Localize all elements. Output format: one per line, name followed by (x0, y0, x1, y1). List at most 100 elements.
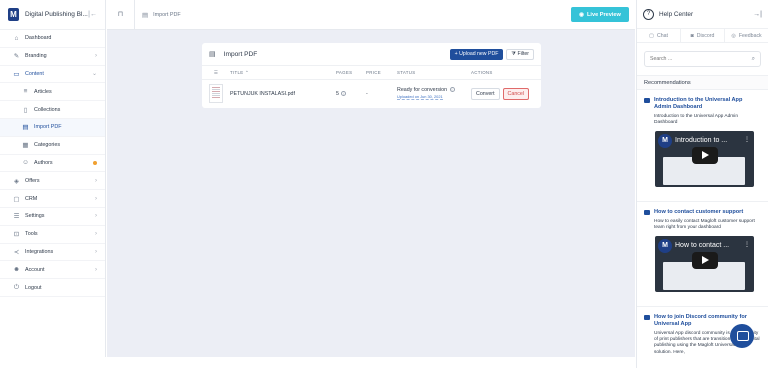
video-icon (644, 314, 650, 320)
file-icon: ▤ (22, 124, 29, 132)
chat-icon: ▢ (13, 195, 20, 203)
select-all-icon[interactable]: ☰ (202, 70, 230, 76)
sidebar-item-account[interactable]: ☻ Account › (0, 261, 105, 280)
help-article[interactable]: How to contact customer support How to e… (637, 202, 768, 307)
tab-feedback[interactable]: ◎ Feedback (725, 29, 768, 42)
live-preview-button[interactable]: ◉ Live Preview (571, 7, 629, 22)
logout-icon: ⏻ (13, 283, 20, 291)
sidebar-item-collections[interactable]: ▯ Collections (0, 101, 105, 119)
search-input[interactable] (650, 56, 752, 62)
sliders-icon: ☰ (13, 213, 20, 221)
toolbox-icon: ⊡ (13, 231, 20, 239)
main-content: ⊓ ▤ Import PDF ◉ Live Preview ▤ Import P… (107, 0, 635, 357)
tab-label: Chat (656, 32, 668, 39)
sidebar-item-dashboard[interactable]: ⌂ Dashboard (0, 30, 105, 48)
notification-dot (93, 160, 97, 165)
brand-name: Digital Publishing Bl... (25, 11, 88, 18)
play-button-icon[interactable] (692, 251, 718, 269)
sidebar-item-import-pdf[interactable]: ▤ Import PDF (0, 118, 105, 137)
discord-icon: ◙ (690, 32, 694, 39)
chat-launcher-button[interactable] (730, 324, 754, 348)
column-title[interactable]: TITLE ⌃ (230, 70, 336, 76)
sidebar-nav: ⌂ Dashboard ✎ Branding › ▭ Content ⌄ ≡ A… (0, 30, 105, 297)
sidebar: M Digital Publishing Bl... |← ⌂ Dashboar… (0, 0, 106, 357)
card-header: ▤ Import PDF + Upload new PDF ⧩ Filter (202, 43, 541, 65)
sidebar-item-offers[interactable]: ◈ Offers › (0, 172, 105, 191)
help-title: Help Center (659, 10, 694, 18)
video-thumbnail[interactable]: M Introduction to ... ⋮ (655, 130, 754, 187)
filter-button[interactable]: ⧩ Filter (506, 48, 534, 60)
tab-discord[interactable]: ◙ Discord (681, 29, 725, 42)
plus-icon: + (454, 51, 458, 57)
sidebar-item-label: Import PDF (34, 124, 62, 131)
sidebar-item-branding[interactable]: ✎ Branding › (0, 48, 105, 66)
status-text: Ready for conversion (397, 87, 448, 93)
sidebar-item-articles[interactable]: ≡ Articles (0, 83, 105, 102)
article-title[interactable]: How to contact customer support (644, 209, 761, 216)
book-icon: ▯ (23, 106, 28, 114)
sidebar-item-categories[interactable]: ▦ Categories (0, 137, 105, 155)
sidebar-item-integrations[interactable]: ≺ Integrations › (0, 244, 105, 262)
live-preview-label: Live Preview (586, 11, 621, 18)
sidebar-item-content[interactable]: ▭ Content ⌄ (0, 66, 105, 84)
breadcrumb: Import PDF (153, 11, 181, 18)
sidebar-item-authors[interactable]: ☺ Authors (0, 155, 105, 173)
table-header: ☰ TITLE ⌃ PAGES PRICE STATUS ACTIONS (202, 65, 541, 80)
sidebar-item-label: Offers (25, 177, 40, 184)
home-icon: ⌂ (14, 34, 19, 42)
filter-icon: ⧩ (511, 50, 517, 57)
cancel-button[interactable]: Cancel (502, 87, 530, 100)
convert-button[interactable]: Convert (471, 87, 500, 100)
close-panel-icon[interactable]: →| (753, 11, 762, 18)
tab-chat[interactable]: ▢ Chat (637, 29, 681, 42)
chevron-right-icon: › (95, 195, 97, 202)
help-center-panel: ? Help Center →| ▢ Chat ◙ Discord ◎ Feed… (636, 0, 768, 368)
sidebar-item-crm[interactable]: ▢ CRM › (0, 190, 105, 208)
uploaded-date: Uploaded on Jun 30, 2021 (397, 94, 443, 100)
sidebar-item-label: Integrations (25, 248, 54, 255)
share-icon: ≺ (13, 248, 20, 256)
sidebar-item-logout[interactable]: ⏻ Logout (0, 279, 105, 297)
article-title[interactable]: Introduction to the Universal App Admin … (644, 97, 761, 111)
search-icon[interactable]: ⌕ (752, 56, 755, 63)
document-icon: ▤ (142, 11, 149, 19)
sidebar-item-label: Logout (25, 284, 42, 291)
tag-icon: ◈ (14, 177, 19, 185)
sidebar-item-tools[interactable]: ⊡ Tools › (0, 226, 105, 244)
help-header: ? Help Center →| (637, 0, 768, 28)
article-title-text: Introduction to the Universal App Admin … (654, 97, 743, 110)
document-icon: ▤ (209, 51, 216, 58)
card-title: Import PDF (223, 50, 258, 58)
sidebar-item-label: Articles (34, 88, 52, 95)
more-icon[interactable]: ⋮ (744, 241, 750, 248)
column-status: STATUS (397, 70, 416, 75)
video-title: How to contact ... (675, 241, 730, 249)
chevron-right-icon: › (95, 248, 97, 255)
video-title: Introduction to ... (675, 136, 728, 144)
users-icon: ☺ (22, 159, 29, 167)
sidebar-item-label: Collections (34, 106, 61, 113)
help-search: ⌕ (644, 51, 761, 67)
magloft-logo: M (8, 8, 19, 21)
upload-new-pdf-button[interactable]: + Upload new PDF (449, 48, 504, 60)
more-icon[interactable]: ⋮ (744, 136, 750, 143)
play-button-icon[interactable] (692, 146, 718, 164)
sidebar-item-settings[interactable]: ☰ Settings › (0, 208, 105, 226)
shopping-bag-icon[interactable]: ⊓ (107, 0, 135, 29)
info-icon[interactable]: i (341, 90, 347, 96)
pdf-price: - (366, 90, 368, 97)
recommendations-header: Recommendations (637, 75, 768, 90)
chevron-right-icon: › (95, 213, 97, 220)
brush-icon: ✎ (13, 53, 20, 61)
info-icon[interactable]: i (449, 87, 455, 93)
sidebar-item-label: Settings (25, 213, 45, 220)
help-article[interactable]: Introduction to the Universal App Admin … (637, 90, 768, 202)
chevron-down-icon: ⌄ (91, 71, 97, 78)
article-title-text: How to contact customer support (654, 208, 744, 215)
video-thumbnail[interactable]: M How to contact ... ⋮ (655, 235, 754, 292)
sidebar-item-label: Content (25, 70, 44, 77)
list-icon: ≡ (23, 88, 28, 96)
column-title-label: TITLE (230, 69, 244, 75)
collapse-sidebar-icon[interactable]: |← (88, 11, 97, 18)
question-icon: ? (643, 8, 654, 20)
